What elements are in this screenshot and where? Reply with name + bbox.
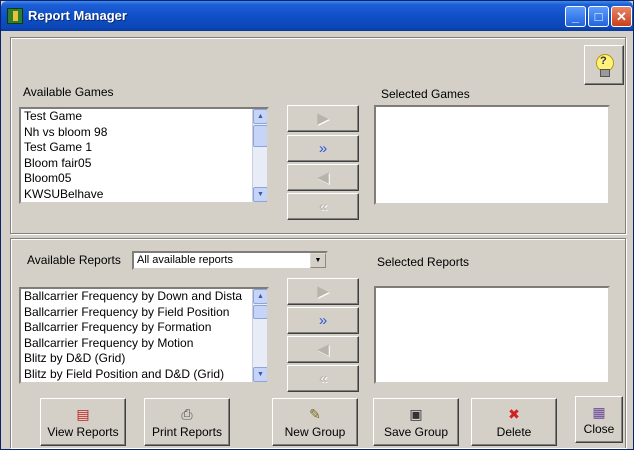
- close-button[interactable]: ▦ Close: [575, 396, 623, 443]
- list-item[interactable]: Ballcarrier Frequency by Motion: [21, 336, 267, 352]
- floppy-disk-icon: ▣: [409, 406, 423, 422]
- remove-game-button[interactable]: ◀: [287, 164, 359, 191]
- print-reports-button[interactable]: ⎙ Print Reports: [144, 398, 230, 446]
- list-item[interactable]: Test Game: [21, 109, 267, 125]
- list-item[interactable]: Test Game 1: [21, 140, 267, 156]
- list-item[interactable]: Nh vs bloom 98: [21, 125, 267, 141]
- list-item[interactable]: Ballcarrier Frequency by Down and Dista: [21, 289, 267, 305]
- list-item[interactable]: Blitz by D&D (Grid): [21, 351, 267, 367]
- print-reports-label: Print Reports: [151, 425, 223, 439]
- add-report-button[interactable]: ▶: [287, 278, 359, 305]
- close-label: Close: [583, 422, 615, 436]
- delete-button[interactable]: ✖ Delete: [471, 398, 557, 446]
- delete-document-icon: ✖: [508, 406, 520, 422]
- save-group-button[interactable]: ▣ Save Group: [373, 398, 459, 446]
- new-group-label: New Group: [284, 425, 346, 439]
- title-bar[interactable]: Report Manager _ □ ✕: [1, 1, 633, 31]
- scroll-down-icon[interactable]: ▼: [253, 367, 267, 382]
- selected-games-list[interactable]: [374, 105, 610, 205]
- scroll-thumb[interactable]: [253, 305, 267, 319]
- scroll-up-icon[interactable]: ▲: [253, 109, 267, 124]
- list-item[interactable]: KWSUBelhave: [21, 187, 267, 203]
- close-window-button[interactable]: ✕: [611, 6, 632, 27]
- scroll-up-icon[interactable]: ▲: [253, 289, 267, 304]
- new-document-icon: ✎: [309, 406, 321, 422]
- add-all-reports-button[interactable]: »: [287, 307, 359, 334]
- view-reports-button[interactable]: ▤ View Reports: [40, 398, 126, 446]
- add-all-games-button[interactable]: »: [287, 135, 359, 162]
- available-reports-list[interactable]: Ballcarrier Frequency by Down and Dista …: [19, 287, 269, 384]
- available-reports-label: Available Reports: [27, 253, 121, 267]
- lightbulb-help-icon: ?: [595, 54, 614, 77]
- report-filter-value: All available reports: [137, 254, 233, 266]
- printer-icon: ⎙: [181, 406, 193, 422]
- remove-all-reports-button[interactable]: «: [287, 365, 359, 392]
- remove-report-button[interactable]: ◀: [287, 336, 359, 363]
- view-reports-label: View Reports: [47, 425, 119, 439]
- new-group-button[interactable]: ✎ New Group: [272, 398, 358, 446]
- list-item[interactable]: Ballcarrier Frequency by Field Position: [21, 305, 267, 321]
- minimize-button[interactable]: _: [565, 6, 586, 27]
- list-item[interactable]: Ballcarrier Frequency by Formation: [21, 320, 267, 336]
- save-group-label: Save Group: [383, 425, 449, 439]
- scroll-thumb[interactable]: [253, 125, 267, 147]
- selected-games-label: Selected Games: [381, 87, 470, 101]
- remove-all-games-button[interactable]: «: [287, 193, 359, 220]
- close-window-icon: ▦: [592, 404, 606, 420]
- selected-reports-list[interactable]: [374, 286, 610, 384]
- list-item[interactable]: Bloom fair05: [21, 156, 267, 172]
- window-title: Report Manager: [28, 8, 127, 23]
- help-button[interactable]: ?: [584, 45, 624, 85]
- chevron-down-icon[interactable]: ▼: [310, 253, 326, 268]
- app-icon: [7, 8, 23, 24]
- report-manager-window: Report Manager _ □ ✕ ? Available Games S…: [0, 0, 634, 450]
- selected-reports-label: Selected Reports: [377, 255, 470, 269]
- games-scrollbar[interactable]: ▲ ▼: [252, 109, 267, 202]
- reports-scrollbar[interactable]: ▲ ▼: [252, 289, 267, 382]
- delete-label: Delete: [496, 425, 532, 439]
- maximize-button[interactable]: □: [588, 6, 609, 27]
- report-filter-select[interactable]: All available reports ▼: [132, 251, 328, 270]
- available-games-list[interactable]: Test Game Nh vs bloom 98 Test Game 1 Blo…: [19, 107, 269, 204]
- scroll-down-icon[interactable]: ▼: [253, 187, 267, 202]
- list-item[interactable]: Bloom05: [21, 171, 267, 187]
- list-item[interactable]: Blitz by Field Position and D&D (Grid): [21, 367, 267, 383]
- add-game-button[interactable]: ▶: [287, 105, 359, 132]
- report-view-icon: ▤: [76, 406, 90, 422]
- available-games-label: Available Games: [23, 85, 114, 99]
